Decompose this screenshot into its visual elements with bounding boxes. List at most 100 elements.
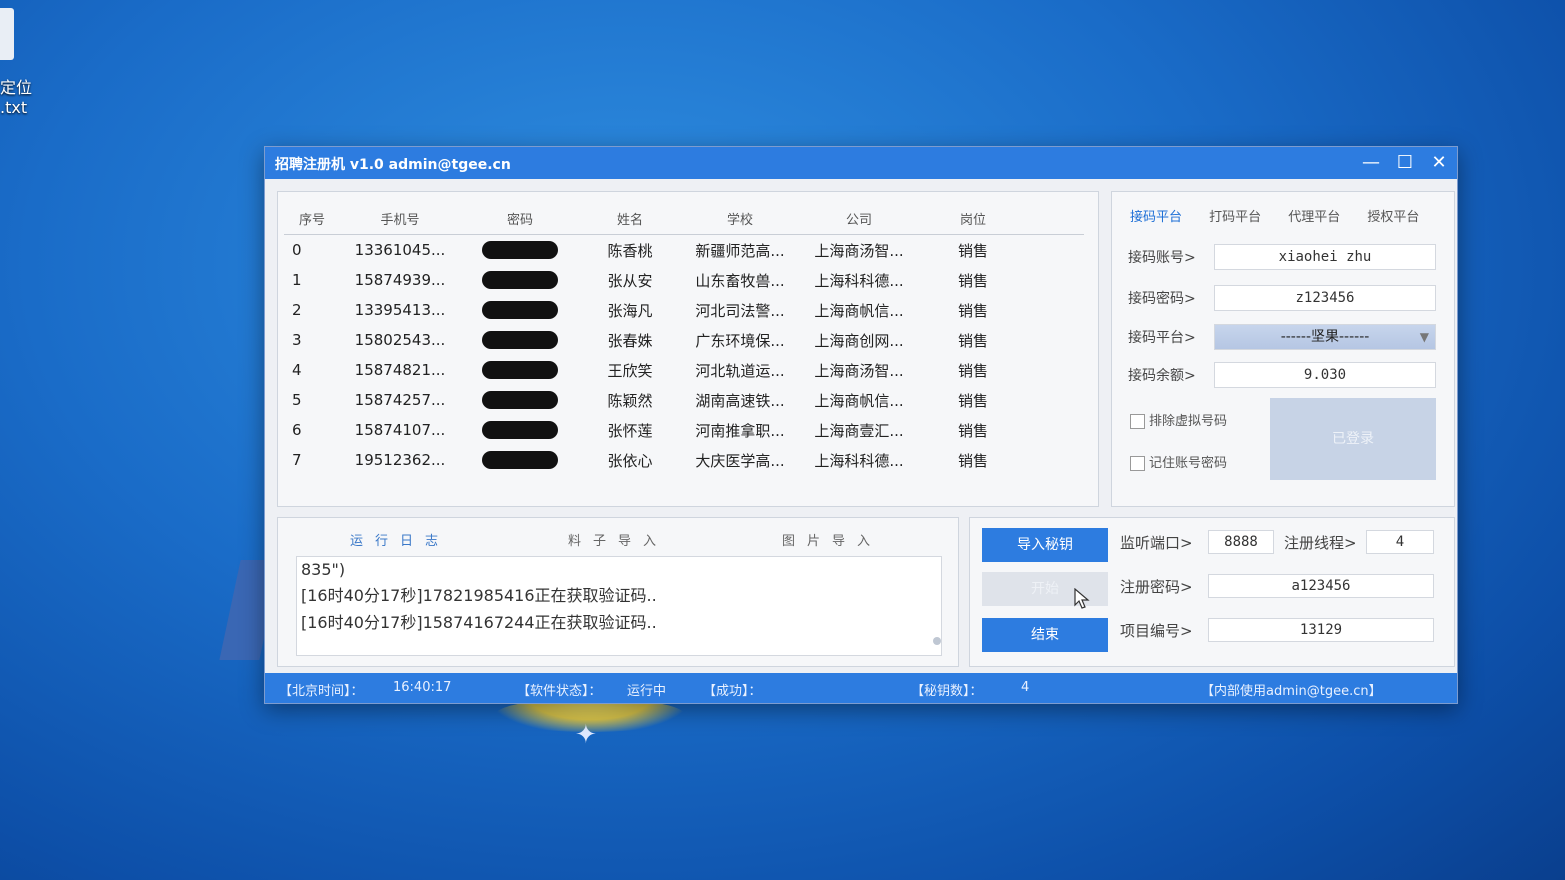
minimize-icon[interactable]: — (1357, 151, 1385, 175)
column-header-post[interactable]: 岗位 (918, 202, 1028, 235)
table-header-row: 序号 手机号 密码 姓名 学校 公司 岗位 (284, 202, 1084, 235)
cell-index: 6 (292, 421, 302, 439)
cell-spacer (1028, 445, 1084, 475)
log-scrollbar[interactable] (933, 561, 941, 649)
platform-select[interactable]: ------坚果------ ▼ (1214, 324, 1436, 350)
cell-phone: 15874257... (354, 391, 446, 409)
cell-school: 河北轨道运... (695, 361, 785, 380)
log-line: [16时40分17秒]17821985416正在获取验证码.. (301, 586, 657, 605)
cell-password-redacted (460, 355, 580, 385)
table-row[interactable]: 1 15874939... 张从安 山东畜牧兽... 上海科科德... 销售 (284, 265, 1084, 295)
table-row[interactable]: 7 19512362... 张依心 大庆医学高... 上海科科德... 销售 (284, 445, 1084, 475)
tab-captcha-platform[interactable]: 打码平台 (1209, 206, 1261, 225)
cell-post: 销售 (957, 241, 988, 260)
scroll-thumb[interactable] (933, 637, 941, 645)
account-grid-panel: 序号 手机号 密码 姓名 学校 公司 岗位 0 13361045... 陈香桃 新疆师… (277, 191, 1099, 507)
cell-password-redacted (460, 235, 580, 266)
log-line: [16时40分17秒]15874167244正在获取验证码.. (301, 613, 657, 632)
threads-label: 注册线程> (1284, 534, 1357, 552)
maximize-icon[interactable]: ☐ (1391, 151, 1419, 175)
cell-school: 大庆医学高... (695, 451, 785, 470)
cell-company: 上海商汤智... (814, 241, 904, 260)
time-value: 16:40:17 (393, 680, 452, 695)
reg-password-label: 注册密码> (1120, 578, 1193, 596)
reg-password-input[interactable]: a123456 (1208, 574, 1434, 598)
checkbox-icon (1130, 456, 1145, 471)
cell-name: 陈颖然 (607, 391, 653, 410)
cell-name: 张从安 (607, 271, 653, 290)
tab-image-import[interactable]: 图片导入 (782, 530, 882, 549)
account-input[interactable]: xiaohei zhu (1214, 244, 1436, 270)
cell-company: 上海商创网... (814, 331, 904, 350)
tab-license-platform[interactable]: 授权平台 (1367, 206, 1419, 225)
table-row[interactable]: 2 13395413... 张海凡 河北司法警... 上海商帆信... 销售 (284, 295, 1084, 325)
cell-spacer (1028, 265, 1084, 295)
title-bar[interactable]: 招聘注册机 v1.0 admin@tgee.cn — ☐ ✕ (265, 147, 1457, 179)
cell-name: 王欣笑 (607, 361, 653, 380)
threads-input[interactable]: 4 (1366, 530, 1434, 554)
log-output[interactable]: 835") [16时40分17秒]17821985416正在获取验证码.. [1… (296, 556, 942, 656)
platform-label: 接码平台> (1128, 330, 1196, 346)
column-header-name[interactable]: 姓名 (580, 202, 680, 235)
balance-label: 接码余额> (1128, 368, 1196, 384)
table-row[interactable]: 4 15874821... 王欣笑 河北轨道运... 上海商汤智... 销售 (284, 355, 1084, 385)
keys-value: 4 (1021, 680, 1030, 695)
cell-phone: 19512362... (354, 451, 446, 469)
exclude-virtual-label: 排除虚拟号码 (1149, 414, 1228, 429)
remember-checkbox[interactable]: 记住账号密码 (1130, 452, 1227, 471)
cell-password-redacted (460, 385, 580, 415)
login-button[interactable]: 已登录 (1270, 398, 1436, 480)
listen-port-label: 监听端口> (1120, 534, 1193, 552)
balance-field: 9.030 (1214, 362, 1436, 388)
table-row[interactable]: 3 15802543... 张春姝 广东环境保... 上海商创网... 销售 (284, 325, 1084, 355)
account-label: 接码账号> (1128, 250, 1196, 266)
table-row[interactable]: 0 13361045... 陈香桃 新疆师范高... 上海商汤智... 销售 (284, 235, 1084, 266)
cell-index: 3 (292, 331, 302, 349)
keys-label: 【秘钥数】： (911, 684, 983, 699)
mouse-pointer-icon (1074, 588, 1090, 609)
column-header-index[interactable]: 序号 (284, 202, 340, 235)
table-row[interactable]: 5 15874257... 陈颖然 湖南高速铁... 上海商帆信... 销售 (284, 385, 1084, 415)
stop-button[interactable]: 结束 (982, 618, 1108, 652)
listen-port-row: 监听端口> 8888 注册线程> 4 (1120, 530, 1440, 554)
column-header-company[interactable]: 公司 (800, 202, 918, 235)
tab-proxy-platform[interactable]: 代理平台 (1288, 206, 1340, 225)
tab-sms-platform[interactable]: 接码平台 (1130, 206, 1182, 225)
cell-name: 张怀莲 (607, 421, 653, 440)
cell-phone: 15874939... (354, 271, 446, 289)
status-bar: 【北京时间】： 16:40:17 【软件状态】： 运行中 【成功】： 【秘钥数】… (265, 673, 1457, 703)
platform-config-panel: 接码平台 打码平台 代理平台 授权平台 接码账号> xiaohei zhu 接码… (1111, 191, 1455, 507)
project-input[interactable]: 13129 (1208, 618, 1434, 642)
redaction-mark (482, 271, 558, 290)
account-row: 接码账号> xiaohei zhu (1128, 244, 1448, 270)
password-input[interactable]: z123456 (1214, 285, 1436, 311)
cell-phone: 15874821... (354, 361, 446, 379)
cell-company: 上海商帆信... (814, 301, 904, 320)
close-icon[interactable]: ✕ (1425, 151, 1453, 175)
column-header-phone[interactable]: 手机号 (340, 202, 460, 235)
project-label: 项目编号> (1120, 622, 1193, 640)
cell-post: 销售 (957, 301, 988, 320)
tab-run-log[interactable]: 运行日志 (350, 530, 450, 549)
desktop-file-icon[interactable]: 定位 .txt (0, 0, 40, 120)
cell-spacer (1028, 295, 1084, 325)
cell-name: 张春姝 (607, 331, 653, 350)
cell-spacer (1028, 415, 1084, 445)
column-header-password[interactable]: 密码 (460, 202, 580, 235)
platform-row: 接码平台> ------坚果------ ▼ (1128, 324, 1448, 350)
exclude-virtual-checkbox[interactable]: 排除虚拟号码 (1130, 410, 1227, 429)
import-key-button[interactable]: 导入秘钥 (982, 528, 1108, 562)
tab-material-import[interactable]: 料子导入 (568, 530, 668, 549)
desktop-wallpaper-star-icon: ✦ (575, 720, 597, 750)
listen-port-input[interactable]: 8888 (1208, 530, 1274, 554)
redaction-mark (482, 391, 558, 410)
account-table: 序号 手机号 密码 姓名 学校 公司 岗位 0 13361045... 陈香桃 新疆师… (284, 202, 1084, 475)
cell-company: 上海商帆信... (814, 391, 904, 410)
desktop-file-label-line1: 定位 (0, 78, 33, 97)
log-line: 835") (301, 560, 346, 579)
password-row: 接码密码> z123456 (1128, 285, 1448, 311)
cell-school: 广东环境保... (695, 331, 785, 350)
column-header-school[interactable]: 学校 (680, 202, 800, 235)
cell-password-redacted (460, 415, 580, 445)
table-row[interactable]: 6 15874107... 张怀莲 河南推拿职... 上海商壹汇... 销售 (284, 415, 1084, 445)
